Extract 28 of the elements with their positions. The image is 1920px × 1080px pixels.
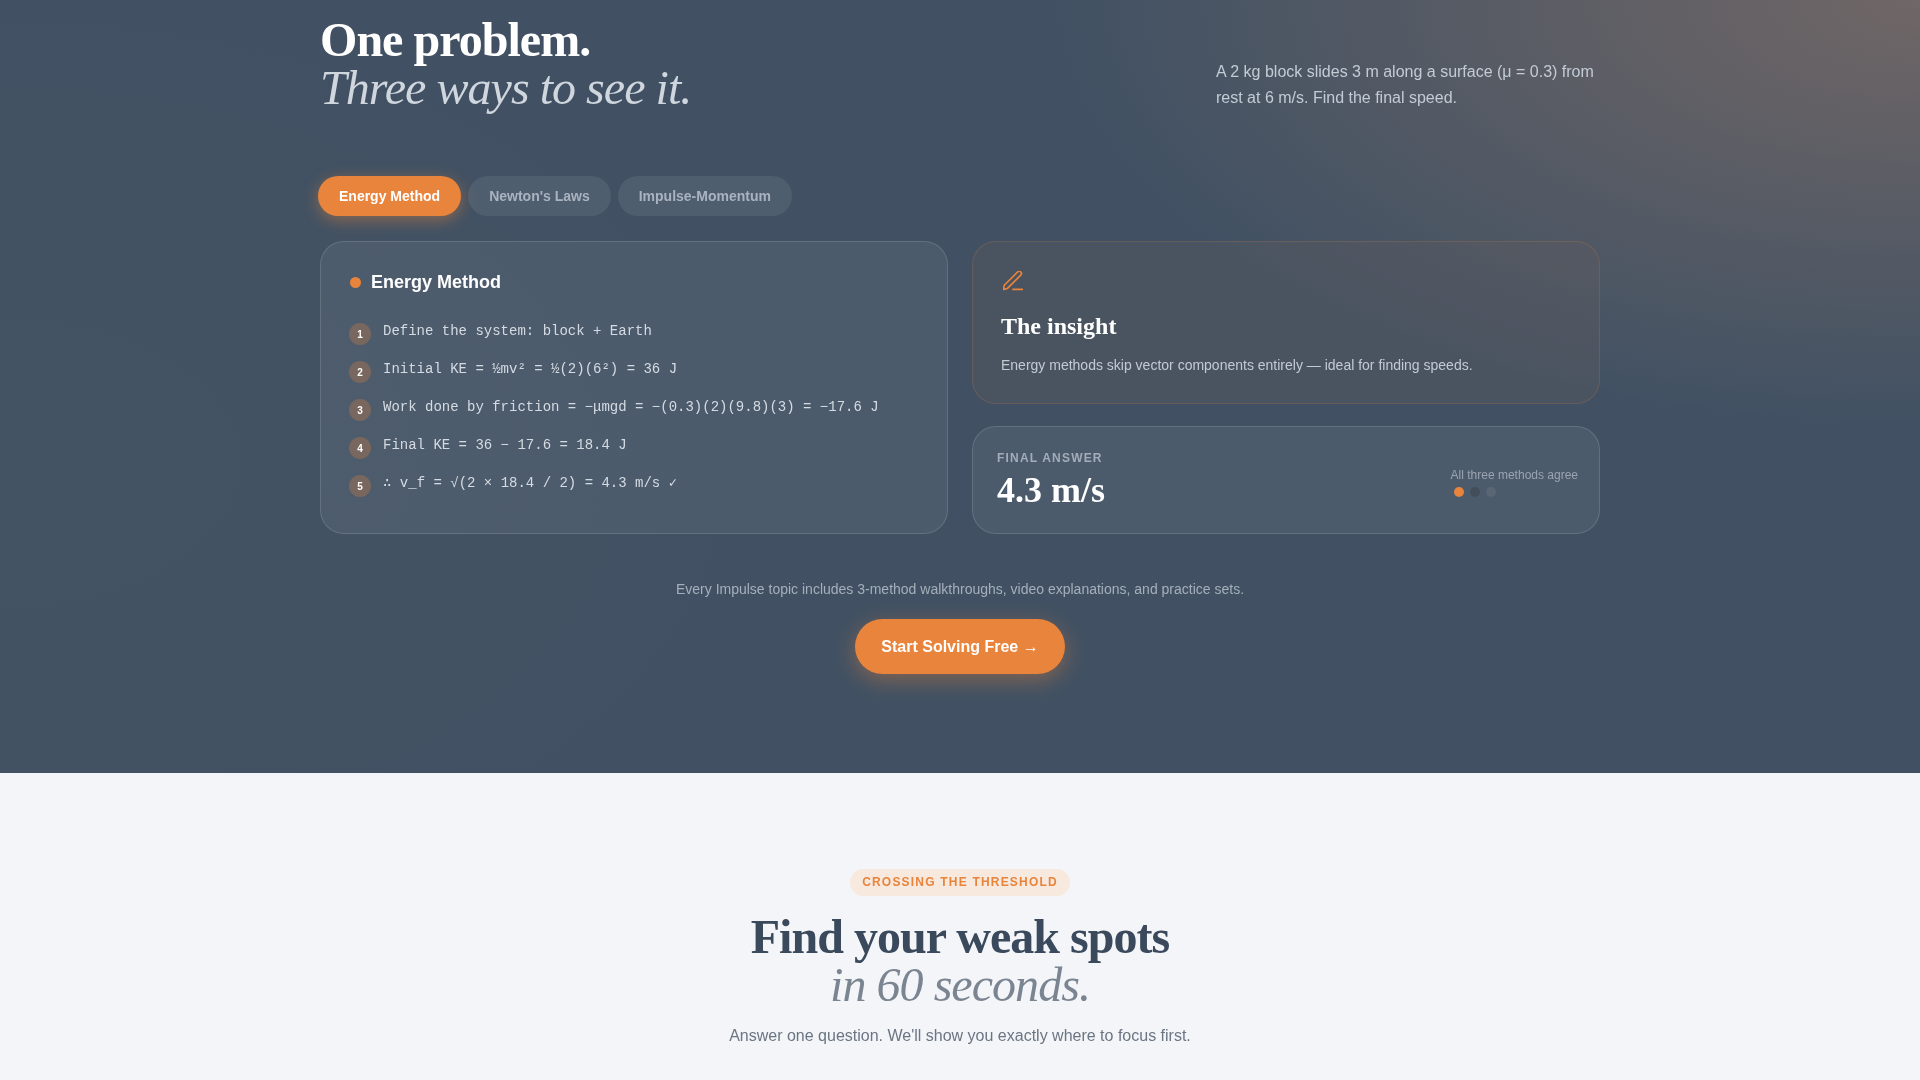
- section-text: Answer one question. We'll show you exactly where to focus first.: [729, 1026, 1191, 1046]
- method-tab[interactable]: Energy Method: [318, 176, 462, 216]
- method-tab[interactable]: Newton's Laws: [468, 176, 611, 216]
- agreement-note: All three methods agree: [1450, 467, 1578, 483]
- feature-note: Every Impulse topic includes 3-method walkthroughs, video explanations, and practice sets.: [674, 580, 1246, 599]
- step-text: Work done by friction = −μmgd = −(0.3)(2)(9.8)(3) = −17.6 J: [383, 398, 879, 417]
- start-button[interactable]: Start Solving Free →: [855, 619, 1065, 674]
- pen-icon: [1003, 271, 1023, 291]
- step-number: 4: [349, 437, 371, 459]
- step-number: 5: [349, 475, 371, 497]
- step-text: Define the system: block + Earth: [383, 322, 652, 341]
- step-text: Final KE = 36 − 17.6 = 18.4 J: [383, 436, 627, 455]
- answer-label: FINAL ANSWER: [997, 450, 1104, 466]
- hero-title: One problem.: [320, 16, 591, 64]
- step-number: 2: [349, 361, 371, 383]
- step-number: 1: [349, 323, 371, 345]
- step-number: 3: [349, 399, 371, 421]
- card-title: Energy Method: [371, 271, 501, 294]
- method-tab[interactable]: Impulse-Momentum: [617, 176, 792, 216]
- status-dot-icon: [350, 277, 361, 288]
- insight-text: Energy methods skip vector components entirely — ideal for finding speeds.: [1001, 356, 1474, 375]
- step-text: ∴ v_f = √(2 × 18.4 / 2) = 4.3 m/s ✓: [383, 474, 678, 493]
- step-text: Initial KE = ½mv² = ½(2)(6²) = 36 J: [383, 360, 678, 379]
- section-title: Find your weak spots: [750, 913, 1170, 961]
- section-badge: CROSSING THE THRESHOLD: [850, 869, 1070, 896]
- problem-text: A 2 kg block slides 3 m along a surface (μ = 0.3) from rest at 6 m/s. Find the final speed.: [1216, 62, 1595, 108]
- answer-value: 4.3 m/s: [997, 470, 1105, 510]
- insight-title: The insight: [1001, 312, 1118, 341]
